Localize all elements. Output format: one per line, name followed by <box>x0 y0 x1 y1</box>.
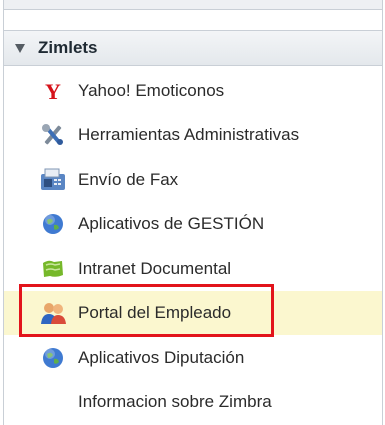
zimlet-item-label: Informacion sobre Zimbra <box>78 392 272 411</box>
zimlet-item-envio-de-fax[interactable]: Envío de Fax <box>4 158 382 202</box>
zimlet-item-herramientas-administrativas[interactable]: Herramientas Administrativas <box>4 113 382 157</box>
zimlet-item-yahoo-emoticonos[interactable]: Y Yahoo! Emoticonos <box>4 69 382 113</box>
zimlet-item-label: Herramientas Administrativas <box>78 125 300 144</box>
zimlet-item-label: Aplicativos de GESTIÓN <box>78 214 265 233</box>
zimlet-item-aplicativos-gestion[interactable]: Aplicativos de GESTIÓN <box>4 202 382 246</box>
highlight-annotation-box <box>19 284 274 337</box>
svg-text:Y: Y <box>45 79 61 103</box>
zimlets-panel: Zimlets Y Yahoo! Emoticonos Herramientas… <box>3 0 383 425</box>
zimlet-item-aplicativos-diputacion[interactable]: Aplicativos Diputación <box>4 336 382 380</box>
zimlet-item-label: Yahoo! Emoticonos <box>78 81 225 100</box>
zimlet-item-informacion-zimbra[interactable]: Informacion sobre Zimbra <box>4 380 382 424</box>
yahoo-y-icon: Y <box>37 77 69 105</box>
zimlet-item-label: Envío de Fax <box>78 170 179 189</box>
tools-icon <box>37 121 69 149</box>
fax-icon <box>37 166 69 194</box>
section-title: Zimlets <box>38 38 98 57</box>
globe-icon <box>37 344 69 372</box>
green-document-icon <box>37 255 69 283</box>
previous-section-edge <box>4 0 382 10</box>
globe-icon <box>37 210 69 238</box>
zimlet-item-label: Aplicativos Diputación <box>78 348 245 367</box>
zimlet-item-label: Intranet Documental <box>78 259 232 278</box>
zimlets-section-header[interactable]: Zimlets <box>4 30 382 66</box>
collapse-caret-icon[interactable] <box>15 43 25 53</box>
